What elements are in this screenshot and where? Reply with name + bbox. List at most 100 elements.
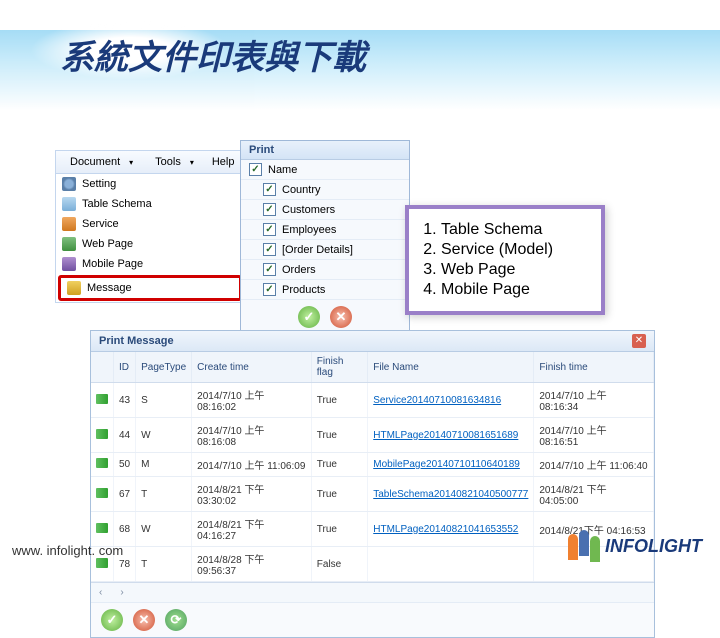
checkbox-icon[interactable]: ✓ bbox=[263, 263, 276, 276]
close-button[interactable]: ✕ bbox=[632, 334, 646, 348]
table-row[interactable]: 50M2014/7/10 上午 11:06:09TrueMobilePage20… bbox=[91, 453, 654, 477]
row-status-icon bbox=[96, 458, 108, 468]
pager-prev[interactable]: ‹ bbox=[99, 587, 102, 598]
logo-mark-icon bbox=[568, 530, 601, 562]
cell-pagetype: W bbox=[136, 418, 192, 453]
brand-logo: INFOLIGHT bbox=[568, 530, 702, 562]
table-row[interactable]: 43S2014/7/10 上午 08:16:02TrueService20140… bbox=[91, 383, 654, 418]
table-row[interactable]: 44W2014/7/10 上午 08:16:08TrueHTMLPage2014… bbox=[91, 418, 654, 453]
option-label: Customers bbox=[282, 204, 335, 216]
cell-pagetype: M bbox=[136, 453, 192, 477]
gear-icon bbox=[62, 177, 76, 191]
cell-finishtime: 2014/7/10 上午 11:06:40 bbox=[534, 453, 654, 477]
brand-name: INFOLIGHT bbox=[605, 536, 702, 557]
refresh-button[interactable]: ⟳ bbox=[165, 609, 187, 631]
col-finishtime[interactable]: Finish time bbox=[534, 352, 654, 383]
cell-filename bbox=[368, 547, 534, 582]
ok-button[interactable]: ✓ bbox=[101, 609, 123, 631]
cell-finishtime: 2014/8/21 下午 04:05:00 bbox=[534, 477, 654, 512]
bell-icon bbox=[67, 281, 81, 295]
grid-icon bbox=[62, 197, 76, 211]
highlight-outline: Message bbox=[58, 275, 242, 301]
cell-finishflag: True bbox=[311, 418, 367, 453]
col-id[interactable]: ID bbox=[114, 352, 136, 383]
sidebar-item-webpage[interactable]: Web Page bbox=[56, 234, 244, 254]
checkbox-icon[interactable]: ✓ bbox=[263, 183, 276, 196]
checkbox-icon[interactable]: ✓ bbox=[249, 163, 262, 176]
pager: ‹ › bbox=[91, 582, 654, 602]
cell-pagetype: T bbox=[136, 547, 192, 582]
print-option[interactable]: ✓ [Order Details] bbox=[241, 240, 409, 260]
cell-pagetype: T bbox=[136, 477, 192, 512]
col-blank bbox=[91, 352, 114, 383]
menu-help[interactable]: Help bbox=[208, 154, 239, 170]
callout-item: Mobile Page bbox=[441, 281, 587, 299]
menu-tools[interactable]: Tools▾ bbox=[147, 154, 202, 170]
cell-createtime: 2014/8/21 下午 04:16:27 bbox=[192, 512, 312, 547]
row-status-icon bbox=[96, 429, 108, 439]
col-pagetype[interactable]: PageType bbox=[136, 352, 192, 383]
row-icon-cell bbox=[91, 477, 114, 512]
option-label: Products bbox=[282, 284, 325, 296]
globe-icon bbox=[62, 237, 76, 251]
row-icon-cell bbox=[91, 512, 114, 547]
col-filename[interactable]: File Name bbox=[368, 352, 534, 383]
cell-filename[interactable]: Service20140710081634816 bbox=[368, 383, 534, 418]
sidebar-item-setting[interactable]: Setting bbox=[56, 174, 244, 194]
sidebar-item-tableschema[interactable]: Table Schema bbox=[56, 194, 244, 214]
row-icon-cell bbox=[91, 418, 114, 453]
row-icon-cell bbox=[91, 383, 114, 418]
callout-item: Web Page bbox=[441, 261, 587, 279]
table-header-row: ID PageType Create time Finish flag File… bbox=[91, 352, 654, 383]
cell-filename[interactable]: MobilePage20140710110640189 bbox=[368, 453, 534, 477]
print-option[interactable]: ✓ Customers bbox=[241, 200, 409, 220]
cell-pagetype: S bbox=[136, 383, 192, 418]
sidebar-item-message[interactable]: Message bbox=[61, 278, 239, 298]
action-buttons: ✓ ✕ ⟳ bbox=[91, 602, 654, 637]
cell-finishflag: True bbox=[311, 383, 367, 418]
print-option[interactable]: ✓ Products bbox=[241, 280, 409, 300]
sidebar-item-mobilepage[interactable]: Mobile Page bbox=[56, 254, 244, 274]
footer-url: www. infolight. com bbox=[12, 543, 123, 558]
print-dialog-title: Print bbox=[241, 141, 409, 160]
table-row[interactable]: 67T2014/8/21 下午 03:30:02TrueTableSchema2… bbox=[91, 477, 654, 512]
option-label: [Order Details] bbox=[282, 244, 353, 256]
cell-id: 67 bbox=[114, 477, 136, 512]
print-option[interactable]: ✓ Country bbox=[241, 180, 409, 200]
print-option[interactable]: ✓ Name bbox=[241, 160, 409, 180]
cell-filename[interactable]: HTMLPage20140710081651689 bbox=[368, 418, 534, 453]
checkbox-icon[interactable]: ✓ bbox=[263, 223, 276, 236]
cell-id: 50 bbox=[114, 453, 136, 477]
cell-createtime: 2014/7/10 上午 08:16:02 bbox=[192, 383, 312, 418]
row-icon-cell bbox=[91, 453, 114, 477]
window-header: Print Message ✕ bbox=[91, 331, 654, 352]
ok-button[interactable]: ✓ bbox=[298, 306, 320, 328]
row-status-icon bbox=[96, 394, 108, 404]
checkbox-icon[interactable]: ✓ bbox=[263, 283, 276, 296]
cell-pagetype: W bbox=[136, 512, 192, 547]
col-finishflag[interactable]: Finish flag bbox=[311, 352, 367, 383]
col-createtime[interactable]: Create time bbox=[192, 352, 312, 383]
checkbox-icon[interactable]: ✓ bbox=[263, 243, 276, 256]
print-option[interactable]: ✓ Orders bbox=[241, 260, 409, 280]
sidebar-item-label: Message bbox=[87, 282, 132, 294]
menu-document[interactable]: Document▾ bbox=[62, 154, 141, 170]
cancel-button[interactable]: ✕ bbox=[133, 609, 155, 631]
cell-finishflag: True bbox=[311, 512, 367, 547]
sidebar-item-service[interactable]: Service bbox=[56, 214, 244, 234]
cell-filename[interactable]: HTMLPage20140821041653552 bbox=[368, 512, 534, 547]
pager-next[interactable]: › bbox=[120, 587, 123, 598]
cell-filename[interactable]: TableSchema20140821040500777 bbox=[368, 477, 534, 512]
checkbox-icon[interactable]: ✓ bbox=[263, 203, 276, 216]
option-label: Name bbox=[268, 164, 297, 176]
print-option[interactable]: ✓Employees bbox=[241, 220, 409, 240]
callout-item: Table Schema bbox=[441, 221, 587, 239]
row-status-icon bbox=[96, 523, 108, 533]
option-label: Country bbox=[282, 184, 321, 196]
option-label: Orders bbox=[282, 264, 316, 276]
cancel-button[interactable]: ✕ bbox=[330, 306, 352, 328]
cell-finishflag: False bbox=[311, 547, 367, 582]
row-status-icon bbox=[96, 488, 108, 498]
cell-createtime: 2014/7/10 上午 08:16:08 bbox=[192, 418, 312, 453]
cell-createtime: 2014/8/21 下午 03:30:02 bbox=[192, 477, 312, 512]
